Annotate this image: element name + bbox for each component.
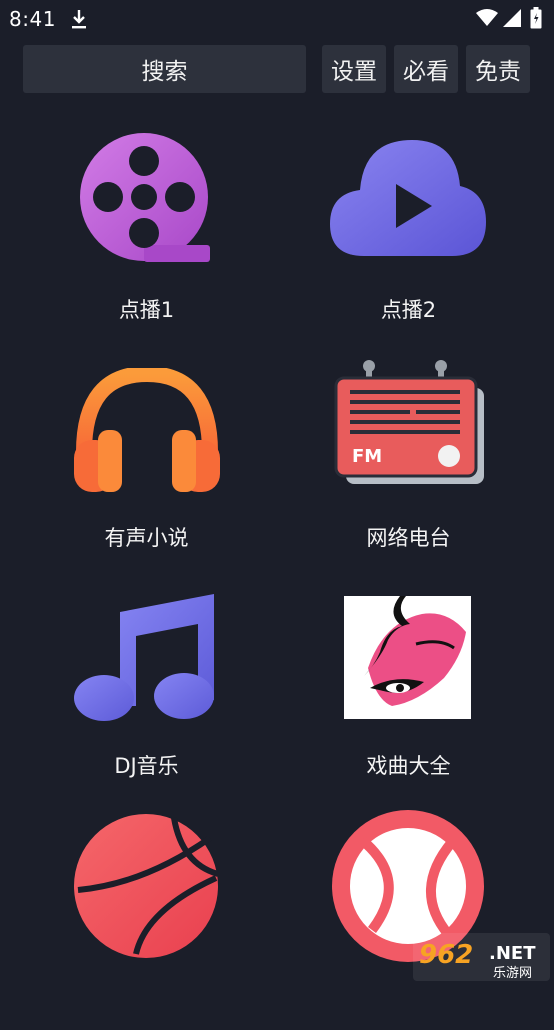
tile-web-radio[interactable]: FM 网络电台 bbox=[270, 346, 547, 574]
tile-label: DJ音乐 bbox=[114, 754, 179, 778]
watermark-suffix: .NET bbox=[489, 943, 536, 964]
settings-button[interactable]: 设置 bbox=[322, 45, 386, 93]
download-icon bbox=[70, 8, 88, 34]
status-time: 8:41 bbox=[9, 7, 56, 31]
watermark-subtitle: 乐游网 bbox=[493, 966, 532, 981]
toolbar: 搜索 设置 必看 免责 bbox=[0, 45, 554, 93]
tile-opera[interactable]: 戏曲大全 bbox=[270, 574, 547, 802]
cloud-play-icon bbox=[330, 140, 486, 262]
tile-vod-2[interactable]: 点播2 bbox=[270, 118, 547, 346]
tile-dj-music[interactable]: DJ音乐 bbox=[8, 574, 285, 802]
signal-icon bbox=[503, 9, 521, 31]
headphones-icon bbox=[74, 365, 220, 496]
status-bar: 8:41 bbox=[0, 0, 554, 38]
search-button[interactable]: 搜索 bbox=[23, 45, 306, 93]
tile-vod-1[interactable]: 点播1 bbox=[8, 118, 285, 346]
wifi-icon bbox=[476, 9, 498, 31]
film-reel-icon bbox=[78, 133, 214, 269]
must-see-button[interactable]: 必看 bbox=[394, 45, 458, 93]
tile-label: 点播2 bbox=[380, 298, 437, 322]
basketball-icon bbox=[74, 814, 219, 962]
tile-label: 有声小说 bbox=[104, 526, 189, 550]
music-note-icon bbox=[74, 590, 220, 728]
tile-audiobook[interactable]: 有声小说 bbox=[8, 346, 285, 574]
svg-text:FM: FM bbox=[352, 446, 382, 467]
watermark-number: 962 bbox=[419, 940, 473, 970]
fm-radio-icon: FM bbox=[334, 360, 486, 490]
disclaimer-button[interactable]: 免责 bbox=[466, 45, 530, 93]
watermark-logo: 962 .NET 乐游网 bbox=[413, 933, 550, 981]
tile-label: 戏曲大全 bbox=[366, 754, 451, 778]
battery-icon bbox=[530, 7, 542, 33]
tile-basketball[interactable] bbox=[8, 802, 285, 1030]
tile-label: 点播1 bbox=[118, 298, 175, 322]
tile-tennis[interactable] bbox=[270, 802, 547, 1030]
opera-mask-icon bbox=[344, 596, 471, 723]
tile-label: 网络电台 bbox=[366, 526, 451, 550]
